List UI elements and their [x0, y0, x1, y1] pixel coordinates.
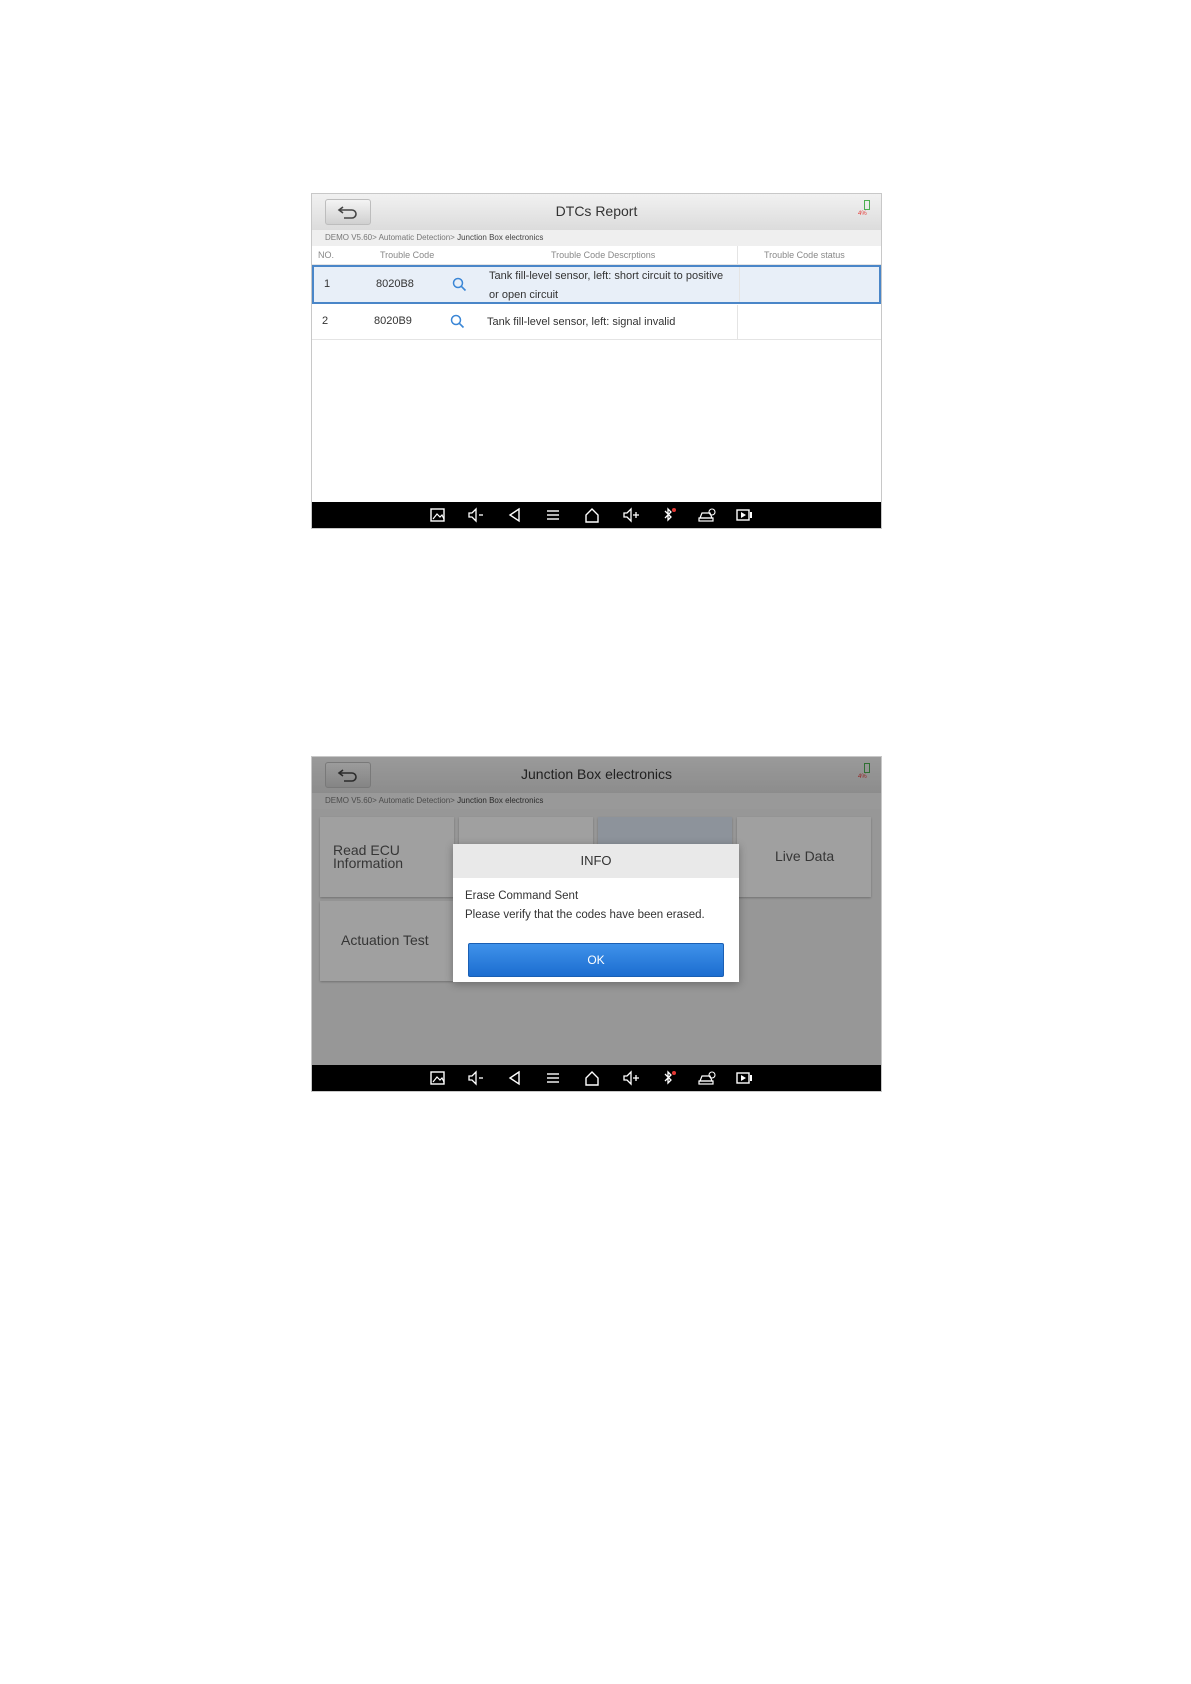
volume-up-icon[interactable] — [622, 1070, 640, 1086]
vci-car-icon[interactable] — [698, 507, 716, 523]
search-icon[interactable] — [450, 314, 465, 329]
system-navigation-bar — [312, 502, 881, 528]
table-header: NO. Trouble Code Trouble Code Descrption… — [312, 246, 881, 265]
breadcrumb-current: Junction Box electronics — [454, 233, 544, 242]
screenshot-icon[interactable] — [429, 1070, 447, 1086]
screen-record-icon[interactable] — [736, 507, 754, 523]
breadcrumb-path: DEMO V5.60> Automatic Detection> — [325, 233, 455, 242]
column-header-description: Trouble Code Descrptions — [551, 250, 656, 260]
junction-box-screen: Junction Box electronics 4% DEMO V5.60> … — [311, 756, 882, 1092]
breadcrumb: DEMO V5.60> Automatic Detection> Junctio… — [312, 230, 881, 246]
volume-up-icon[interactable] — [622, 507, 640, 523]
back-icon[interactable] — [506, 507, 524, 523]
volume-down-icon[interactable] — [467, 507, 485, 523]
screenshot-icon[interactable] — [429, 507, 447, 523]
trouble-code: 8020B8 — [376, 278, 414, 290]
column-header-status: Trouble Code status — [764, 250, 845, 260]
trouble-code: 8020B9 — [374, 315, 412, 327]
bluetooth-icon[interactable] — [660, 507, 678, 523]
trouble-code-description: Tank fill-level sensor, left: short circ… — [489, 270, 724, 301]
back-icon[interactable] — [506, 1070, 524, 1086]
row-number: 2 — [322, 315, 329, 327]
trouble-code-description: Tank fill-level sensor, left: signal inv… — [487, 316, 676, 328]
battery-icon: 4% — [858, 200, 875, 224]
column-header-code: Trouble Code — [380, 250, 435, 260]
column-header-no: NO. — [318, 250, 335, 260]
vci-car-icon[interactable] — [698, 1070, 716, 1086]
screen-record-icon[interactable] — [736, 1070, 754, 1086]
info-dialog: INFO Erase Command Sent Please verify th… — [453, 844, 739, 982]
volume-down-icon[interactable] — [467, 1070, 485, 1086]
battery-percent: 4% — [858, 211, 867, 217]
title-bar: DTCs Report 4% — [312, 194, 881, 230]
page-title: DTCs Report — [555, 203, 638, 219]
home-icon[interactable] — [583, 1070, 601, 1086]
row-number: 1 — [324, 278, 331, 290]
search-icon[interactable] — [452, 277, 467, 292]
table-row[interactable]: 2 8020B9 Tank fill-level sensor, left: s… — [312, 305, 881, 340]
table-row[interactable]: 1 8020B8 Tank fill-level sensor, left: s… — [312, 265, 881, 304]
home-icon[interactable] — [583, 507, 601, 523]
bluetooth-icon[interactable] — [660, 1070, 678, 1086]
dialog-message-line2: Please verify that the codes have been e… — [465, 909, 705, 921]
ok-button[interactable]: OK — [468, 943, 724, 977]
dtc-report-screen: DTCs Report 4% DEMO V5.60> Automatic Det… — [311, 193, 882, 529]
system-navigation-bar — [312, 1065, 881, 1091]
dialog-title: INFO — [453, 844, 739, 878]
dialog-message-line1: Erase Command Sent — [465, 890, 579, 902]
menu-icon[interactable] — [544, 1070, 562, 1086]
menu-icon[interactable] — [544, 507, 562, 523]
